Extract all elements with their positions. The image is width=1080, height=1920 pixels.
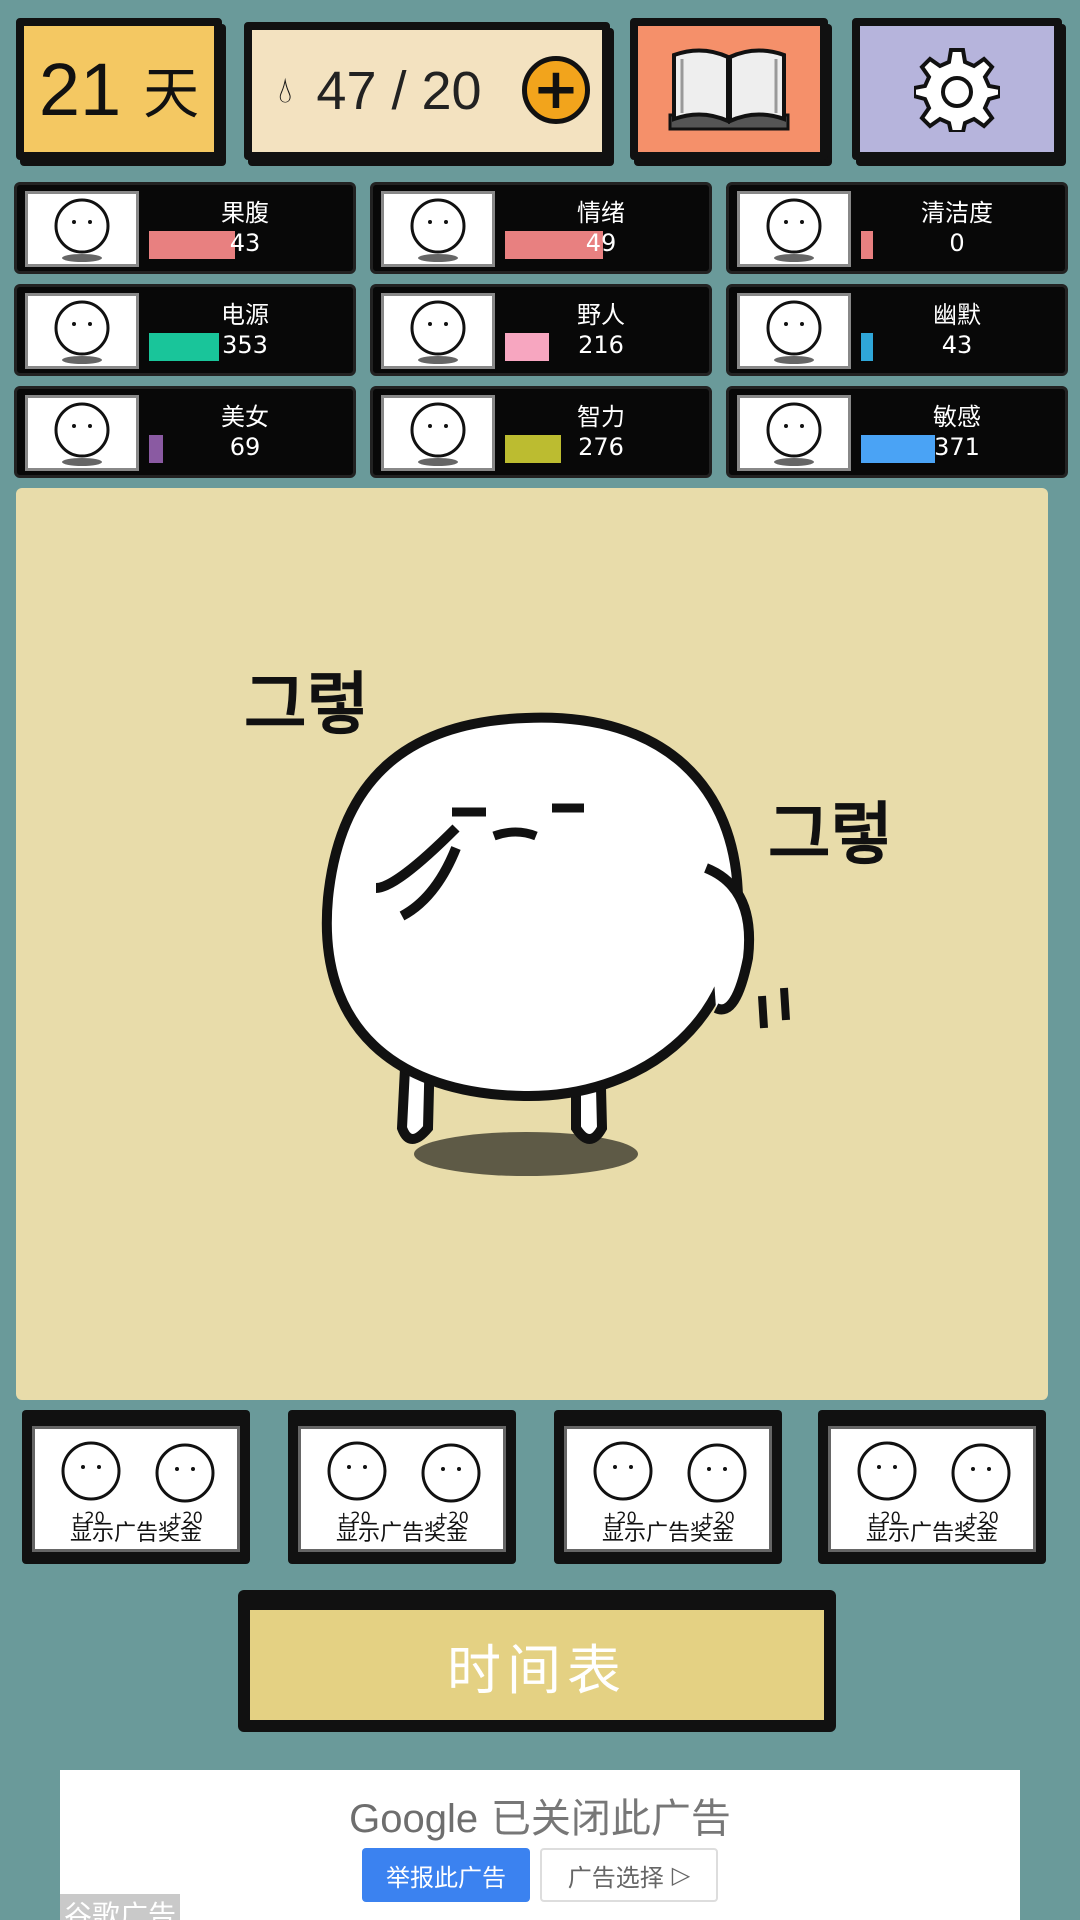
stat-thumbnail: [737, 395, 851, 471]
stat-card: 智力 276: [370, 386, 712, 478]
stat-value: 0: [949, 229, 965, 257]
ad-reward-button[interactable]: +20 +20 显示广告奖金: [288, 1410, 516, 1564]
sound-effect-right: 그렇: [768, 796, 893, 875]
pet-thumbnail-icon: [410, 300, 466, 364]
stat-card: 美女 69: [14, 386, 356, 478]
ad-choices-icon: ▷: [671, 1861, 691, 1889]
ad-closed-text: 已关闭此广告: [490, 1796, 731, 1842]
stat-value: 276: [578, 433, 624, 461]
stat-thumbnail: [737, 191, 851, 267]
google-logo: Google: [349, 1797, 479, 1841]
ad-reward-card: +20 +20 显示广告奖金: [298, 1426, 506, 1552]
ad-closed-header: Google 已关闭此广告: [60, 1786, 1020, 1844]
stat-label: 敏感: [933, 403, 981, 431]
stat-label: 电源: [221, 301, 269, 329]
stat-card: 清洁度 0: [726, 182, 1068, 274]
stat-value: 43: [941, 331, 973, 359]
schedule-button[interactable]: 时间表: [238, 1590, 836, 1732]
ad-reward-label: 显示广告奖金: [601, 1521, 734, 1546]
report-ad-button[interactable]: 举报此广告: [362, 1848, 530, 1902]
water-counter: 💧︎ 47 / 20 +: [244, 22, 610, 160]
stat-label: 果腹: [221, 199, 269, 227]
pet-thumbnail-icon: [410, 402, 466, 466]
pet-pair-icon: [857, 1441, 1011, 1503]
pet-thumbnail-icon: [766, 300, 822, 364]
stat-bar: [149, 435, 163, 463]
google-ad-banner: Google 已关闭此广告 举报此广告 广告选择 ▷ 谷歌广告: [60, 1770, 1020, 1920]
stat-card: 幽默 43: [726, 284, 1068, 376]
ad-reward-button[interactable]: +20 +20 显示广告奖金: [22, 1410, 250, 1564]
pet-thumbnail-icon: [54, 300, 110, 364]
book-button[interactable]: [630, 18, 828, 160]
pet-pair-icon: [61, 1441, 215, 1503]
book-icon: [668, 48, 790, 131]
ad-reward-card: +20 +20 显示广告奖金: [564, 1426, 772, 1552]
schedule-button-label: 时间表: [250, 1610, 824, 1720]
add-water-button[interactable]: +: [522, 56, 590, 124]
stat-card: 野人 216: [370, 284, 712, 376]
stat-value: 371: [934, 433, 980, 461]
stat-thumbnail: [381, 293, 495, 369]
stat-value: 353: [222, 331, 268, 359]
stat-label: 美女: [221, 403, 269, 431]
settings-button[interactable]: [852, 18, 1062, 160]
pet-thumbnail-icon: [410, 198, 466, 262]
days-counter: 21 天: [16, 18, 222, 160]
stat-value: 49: [585, 229, 617, 257]
pet-pair-icon: [327, 1441, 481, 1503]
stat-card: 果腹 43: [14, 182, 356, 274]
ad-reward-label: 显示广告奖金: [865, 1521, 998, 1546]
stat-card: 电源 353: [14, 284, 356, 376]
stat-value: 69: [229, 433, 261, 461]
stat-thumbnail: [381, 395, 495, 471]
ad-reward-label: 显示广告奖金: [335, 1521, 468, 1546]
ad-reward-card: +20 +20 显示广告奖金: [828, 1426, 1036, 1552]
stat-thumbnail: [381, 191, 495, 267]
ad-reward-label: 显示广告奖金: [69, 1521, 202, 1546]
stat-label: 智力: [577, 403, 625, 431]
pet-thumbnail-icon: [54, 198, 110, 262]
sound-effect-left: 그렇: [244, 666, 369, 745]
pet-pair-icon: [593, 1441, 747, 1503]
stat-thumbnail: [737, 293, 851, 369]
ad-choices-label: 广告选择: [567, 1863, 664, 1892]
gear-icon: [914, 48, 1000, 132]
water-drop-icon: 💧︎: [278, 70, 293, 111]
stat-card: 情绪 49: [370, 182, 712, 274]
ad-choices-button[interactable]: 广告选择 ▷: [540, 1848, 718, 1902]
stat-card: 敏感 371: [726, 386, 1068, 478]
days-unit: 天: [143, 61, 200, 125]
ad-reward-button[interactable]: +20 +20 显示广告奖金: [554, 1410, 782, 1564]
days-value: 21: [38, 47, 122, 131]
pet-character[interactable]: 그렇 그렇: [16, 488, 1048, 1400]
stat-thumbnail: [25, 395, 139, 471]
stat-label: 清洁度: [921, 199, 993, 227]
stat-bar: [861, 333, 873, 361]
water-value: 47 / 20: [316, 61, 482, 121]
ad-reward-button[interactable]: +20 +20 显示广告奖金: [818, 1410, 1046, 1564]
stat-value: 43: [229, 229, 261, 257]
stat-value: 216: [578, 331, 624, 359]
pet-thumbnail-icon: [54, 402, 110, 466]
stat-label: 野人: [577, 301, 625, 329]
ad-tag: 谷歌广告: [60, 1894, 181, 1920]
stat-thumbnail: [25, 293, 139, 369]
pet-thumbnail-icon: [766, 198, 822, 262]
stat-label: 幽默: [933, 301, 981, 329]
pet-stage[interactable]: 그렇 그렇: [16, 488, 1048, 1400]
stat-thumbnail: [25, 191, 139, 267]
stat-bar: [861, 231, 873, 259]
stat-label: 情绪: [577, 199, 625, 227]
ad-reward-card: +20 +20 显示广告奖金: [32, 1426, 240, 1552]
pet-thumbnail-icon: [766, 402, 822, 466]
